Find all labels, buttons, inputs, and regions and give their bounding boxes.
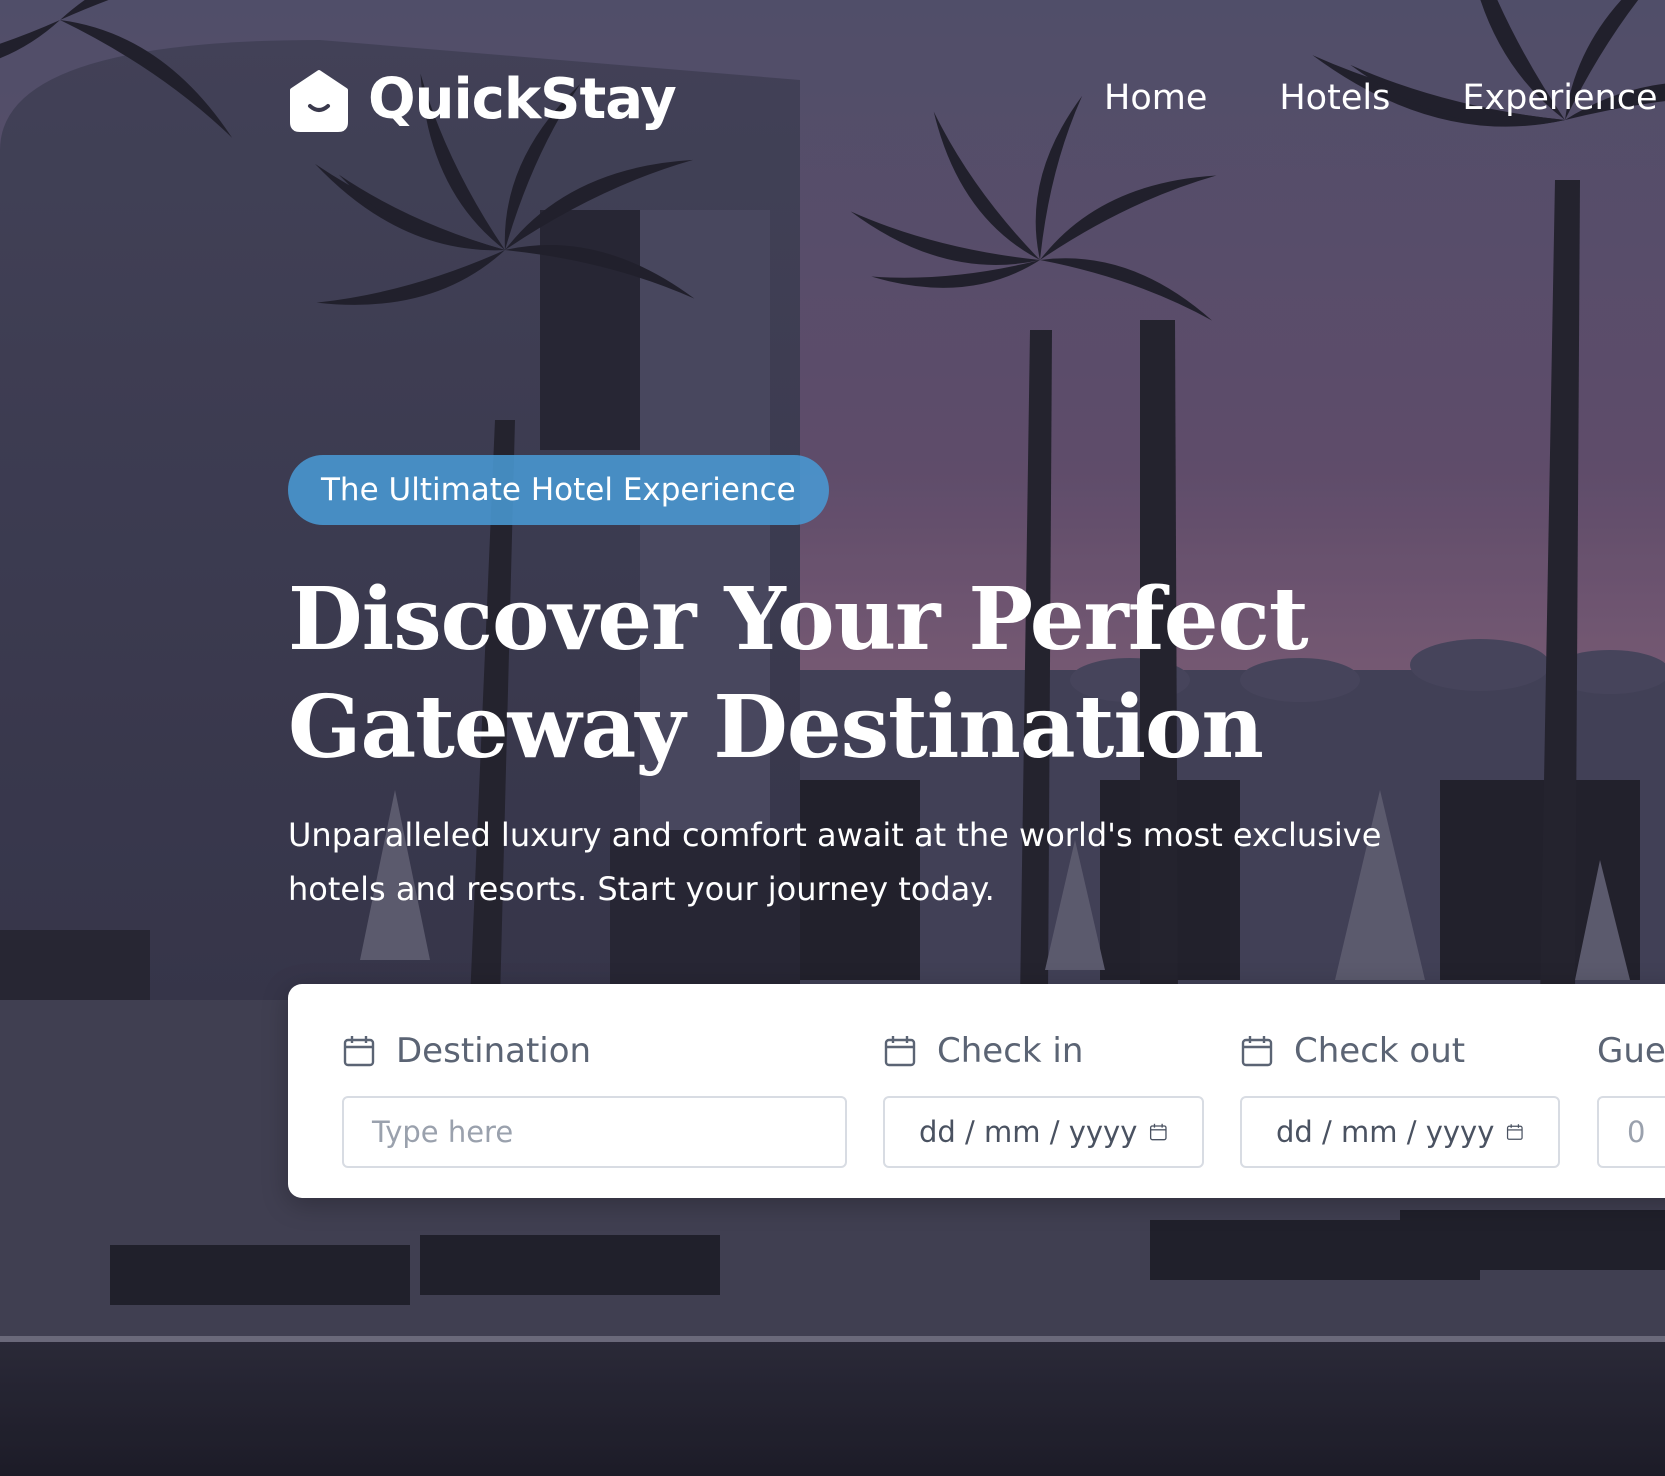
calendar-icon [884, 1036, 916, 1067]
destination-label-text: Destination [396, 1031, 592, 1071]
guests-label-text: Guests [1597, 1031, 1665, 1071]
guests-label: Guests [1597, 1026, 1665, 1076]
destination-label: Destination [342, 1026, 591, 1076]
check-in-label: Check in [883, 1026, 1083, 1076]
nav-experience[interactable]: Experience [1462, 76, 1657, 120]
main-nav: Home Hotels Experience [1104, 76, 1665, 120]
check-in-field: Check in dd / mm / yyyy [883, 1026, 1204, 1168]
nav-hotels[interactable]: Hotels [1279, 76, 1390, 120]
calendar-picker-icon[interactable] [1149, 1116, 1168, 1148]
destination-input[interactable]: Type here [342, 1096, 847, 1168]
hero-subtext: Unparalleled luxury and comfort await at… [288, 816, 1382, 908]
check-out-date-input[interactable]: dd / mm / yyyy [1240, 1096, 1560, 1168]
brand-name: QuickStay [368, 67, 677, 132]
hero-headline: Discover Your Perfect Gateway Destinatio… [288, 566, 1488, 782]
check-out-label: Check out [1240, 1026, 1465, 1076]
destination-placeholder: Type here [372, 1115, 514, 1149]
brand-logo[interactable]: QuickStay [288, 67, 677, 132]
calendar-picker-icon[interactable] [1506, 1116, 1524, 1148]
guests-value: 0 [1627, 1115, 1646, 1149]
hero-badge: The Ultimate Hotel Experience [288, 455, 829, 525]
check-out-label-text: Check out [1294, 1031, 1466, 1071]
calendar-icon [1241, 1036, 1273, 1067]
check-out-value: dd / mm / yyyy [1276, 1115, 1495, 1149]
check-in-label-text: Check in [937, 1031, 1084, 1071]
hero-section: QuickStay Home Hotels Experience The Ult… [0, 0, 1665, 1476]
check-in-value: dd / mm / yyyy [919, 1115, 1138, 1149]
calendar-icon [343, 1036, 375, 1067]
nav-home[interactable]: Home [1104, 76, 1207, 120]
headline-line-1: Discover Your Perfect [288, 569, 1309, 670]
house-smile-icon [290, 70, 348, 132]
guests-field: Guests 0 [1597, 1026, 1665, 1168]
check-in-date-input[interactable]: dd / mm / yyyy [883, 1096, 1204, 1168]
headline-line-2: Gateway Destination [288, 677, 1264, 778]
guests-input[interactable]: 0 [1597, 1096, 1665, 1168]
search-form: Destination Type here Check in dd / mm /… [288, 984, 1665, 1198]
destination-field: Destination Type here [342, 1026, 847, 1168]
check-out-field: Check out dd / mm / yyyy [1240, 1026, 1560, 1168]
